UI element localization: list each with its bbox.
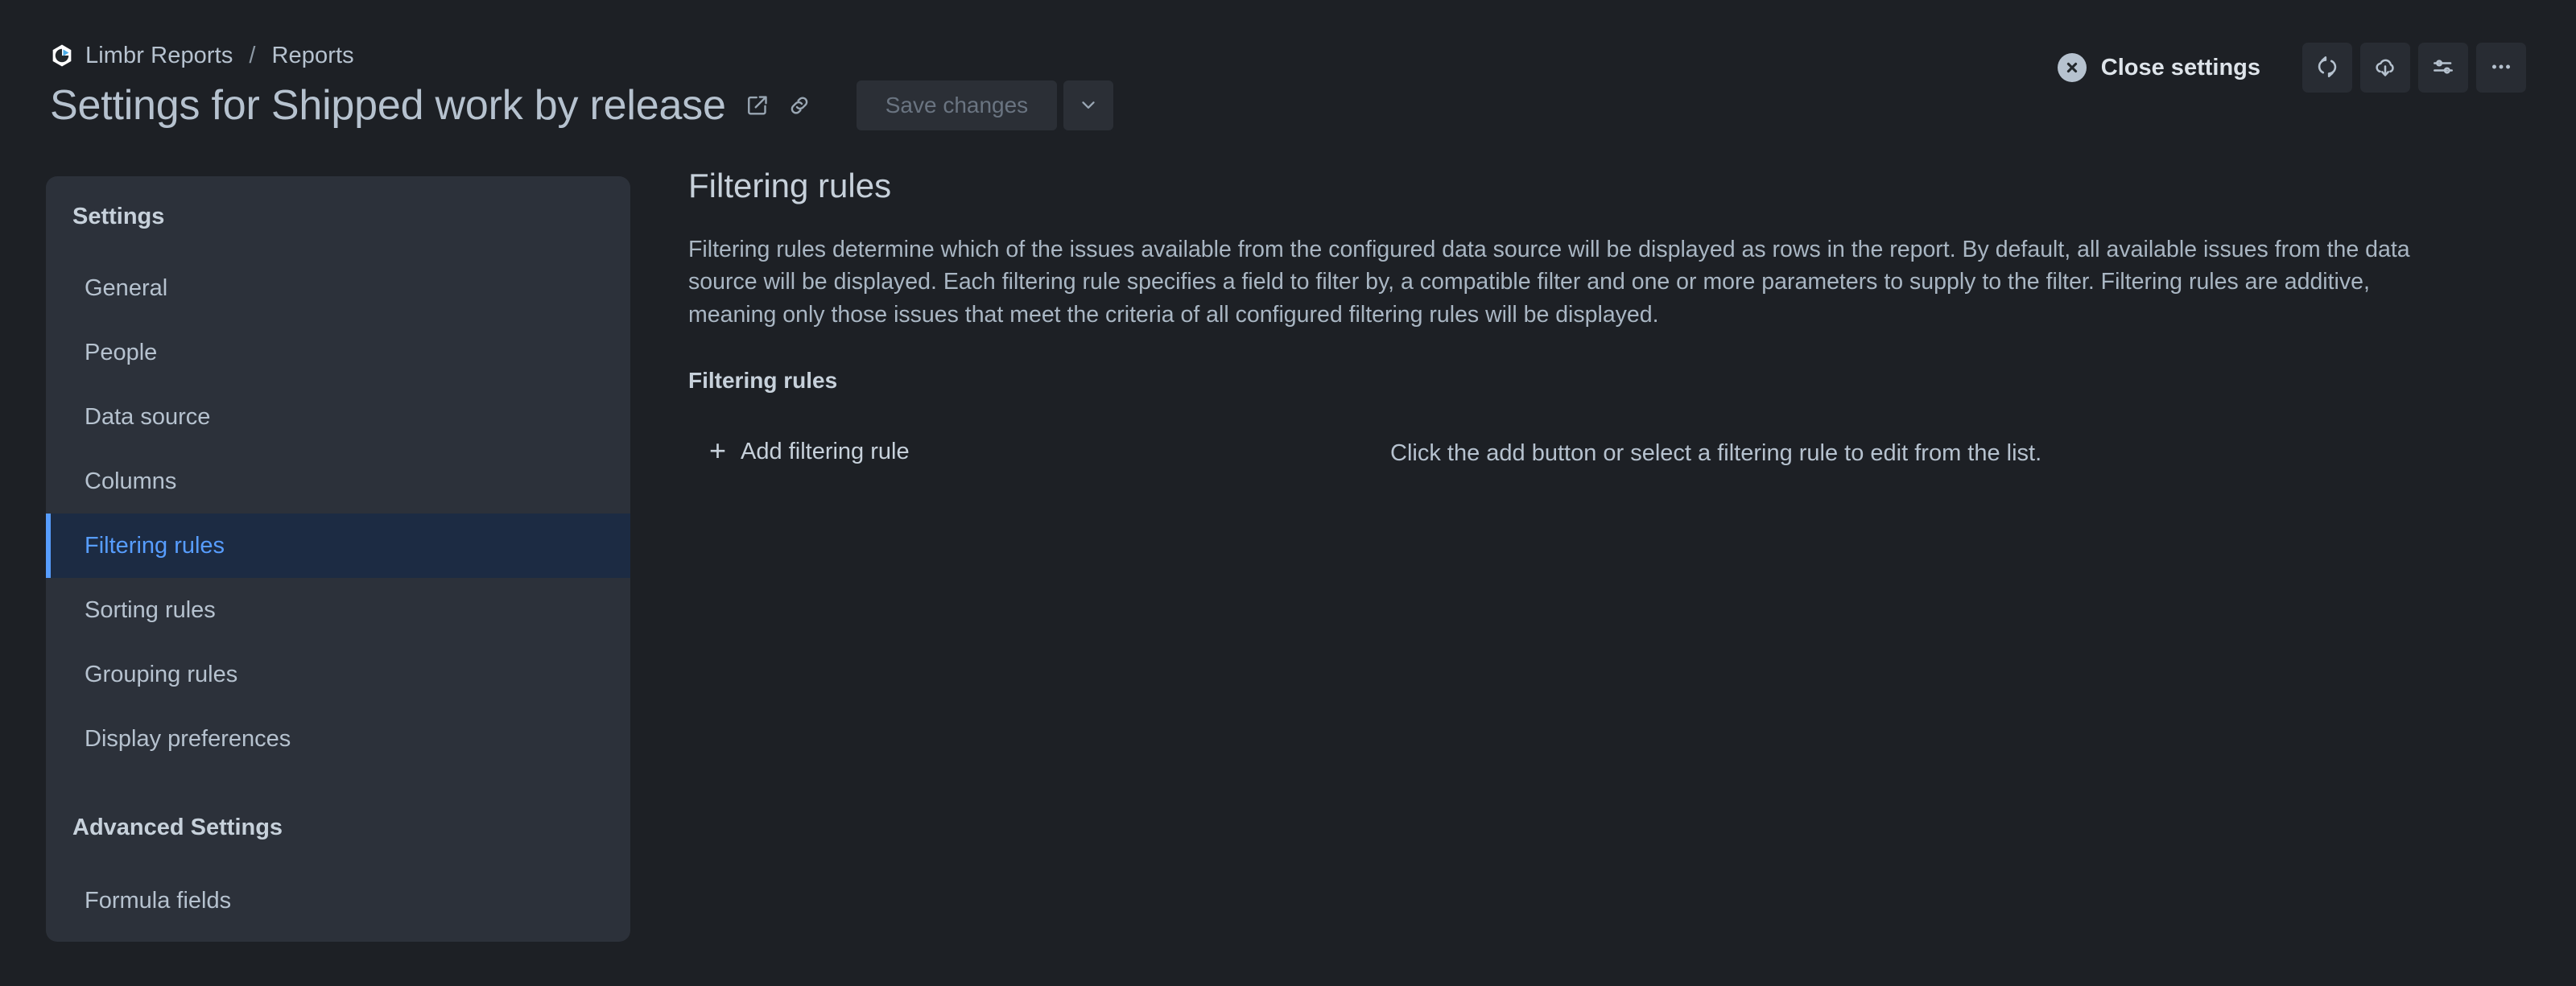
save-changes-button[interactable]: Save changes: [856, 80, 1058, 130]
filtering-rules-label: Filtering rules: [688, 368, 838, 394]
close-circle-icon: [2057, 53, 2087, 82]
sidebar-item-label: General: [85, 274, 168, 301]
sidebar-item-label: Display preferences: [85, 725, 291, 752]
settings-page: Limbr Reports / Reports Settings for Shi…: [0, 0, 2576, 986]
sidebar-item-formula-fields[interactable]: Formula fields: [46, 868, 630, 933]
close-settings-label: Close settings: [2100, 54, 2260, 80]
add-filtering-rule-label: Add filtering rule: [741, 438, 910, 464]
sidebar-item-columns[interactable]: Columns: [46, 449, 630, 514]
section-description: Filtering rules determine which of the i…: [688, 237, 2410, 328]
sidebar-group-title-advanced: Advanced Settings: [72, 815, 283, 840]
refresh-button[interactable]: [2302, 43, 2352, 93]
filtering-rules-body: + Add filtering rule Click the add butto…: [688, 432, 2528, 471]
sidebar-item-label: Filtering rules: [85, 532, 225, 559]
filtering-rules-list: + Add filtering rule: [688, 432, 1373, 471]
header-actions: Close settings: [2045, 42, 2526, 93]
link-icon[interactable]: [786, 92, 813, 119]
chevron-down-icon: [1078, 94, 1099, 118]
sidebar-item-label: People: [85, 339, 158, 365]
settings-sidebar: Settings General People Data source Colu…: [46, 176, 630, 942]
refresh-sync-icon: [2314, 54, 2340, 82]
page-header: Limbr Reports / Reports Settings for Shi…: [0, 0, 2576, 149]
download-button[interactable]: [2360, 43, 2410, 93]
section-heading: Filtering rules: [688, 167, 892, 204]
save-options-button[interactable]: [1063, 80, 1114, 130]
display-settings-button[interactable]: [2418, 43, 2468, 93]
sidebar-item-label: Sorting rules: [85, 596, 216, 623]
cloud-download-icon: [2372, 54, 2398, 82]
sidebar-item-label: Data source: [85, 403, 211, 430]
filtering-rules-empty-hint: Click the add button or select a filteri…: [1390, 440, 2042, 467]
close-settings-button[interactable]: Close settings: [2045, 43, 2273, 93]
breadcrumb-current-link[interactable]: Reports: [271, 43, 353, 69]
page-title: Settings for Shipped work by release: [50, 82, 726, 129]
sidebar-item-label: Columns: [85, 468, 177, 494]
sidebar-group-title-settings: Settings: [72, 204, 165, 229]
sidebar-item-display-preferences[interactable]: Display preferences: [46, 707, 630, 771]
sidebar-item-people[interactable]: People: [46, 320, 630, 385]
add-filtering-rule-button[interactable]: + Add filtering rule: [703, 432, 916, 471]
sidebar-item-general[interactable]: General: [46, 256, 630, 320]
more-actions-button[interactable]: [2476, 43, 2526, 93]
sidebar-item-label: Formula fields: [85, 887, 232, 914]
save-button-group: Save changes: [856, 80, 1114, 130]
breadcrumb-root-link[interactable]: Limbr Reports: [85, 43, 233, 69]
breadcrumb-separator: /: [249, 42, 256, 68]
external-link-icon[interactable]: [744, 92, 771, 119]
sidebar-item-grouping-rules[interactable]: Grouping rules: [46, 642, 630, 707]
sliders-icon: [2430, 54, 2456, 82]
more-horizontal-icon: [2488, 54, 2514, 82]
limbr-hexagon-play-logo-icon: [50, 43, 74, 68]
sidebar-item-data-source[interactable]: Data source: [46, 385, 630, 449]
sidebar-item-filtering-rules[interactable]: Filtering rules: [46, 514, 630, 578]
sidebar-item-sorting-rules[interactable]: Sorting rules: [46, 578, 630, 642]
plus-icon: +: [709, 434, 727, 468]
main-content: Filtering rules Filtering rules determin…: [688, 169, 2528, 471]
sidebar-item-label: Grouping rules: [85, 661, 238, 687]
